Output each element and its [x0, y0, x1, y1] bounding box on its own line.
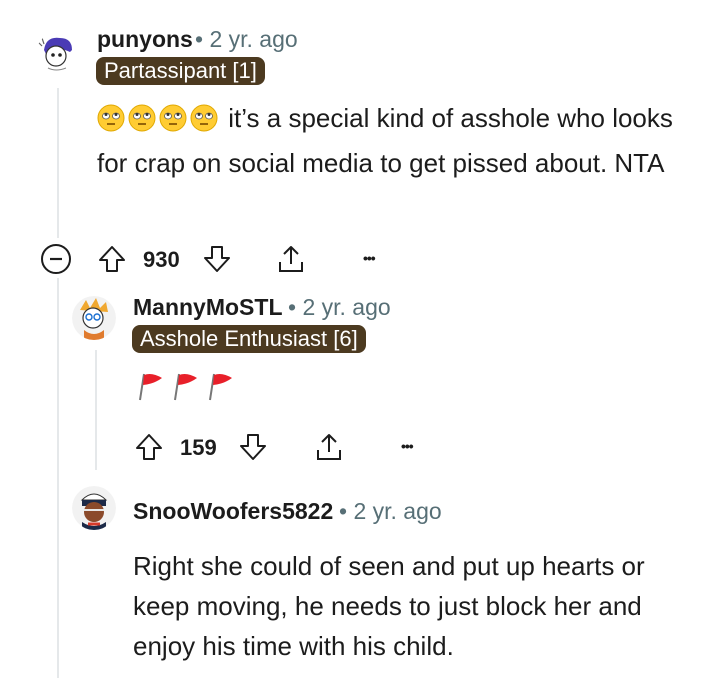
downvote-icon[interactable]: [202, 244, 232, 274]
user-flair: Partassipant [1]: [96, 57, 265, 85]
timestamp: 2 yr. ago: [209, 26, 298, 52]
vote-count: 159: [180, 435, 217, 460]
face-with-rolling-eyes-icon: [128, 103, 156, 143]
emoji-group: [97, 103, 221, 133]
separator-dot: •: [195, 26, 204, 52]
thread-line: [95, 350, 97, 470]
red-flag-icon: [169, 370, 201, 407]
face-with-rolling-eyes-icon: [159, 103, 187, 143]
red-flag-icon: [134, 370, 166, 407]
thread-line: [57, 278, 59, 678]
username[interactable]: MannyMoSTL: [133, 294, 283, 321]
timestamp: 2 yr. ago: [353, 498, 442, 524]
upvote-icon[interactable]: [97, 244, 127, 274]
collapse-thread-icon[interactable]: [40, 243, 72, 275]
post-time: • 2 yr. ago: [339, 498, 442, 525]
comment-body: it’s a special kind of asshole who looks…: [97, 98, 677, 183]
comment-body: Right she could of seen and put up heart…: [133, 546, 678, 666]
user-flair: Asshole Enthusiast [6]: [132, 325, 366, 353]
face-with-rolling-eyes-icon: [97, 103, 125, 143]
separator-dot: •: [339, 498, 348, 524]
avatar[interactable]: [36, 32, 80, 76]
share-icon[interactable]: [274, 242, 308, 276]
thread-line: [57, 88, 59, 238]
username[interactable]: SnooWoofers5822: [133, 498, 333, 525]
red-flag-icon: [204, 370, 236, 407]
face-with-rolling-eyes-icon: [190, 103, 218, 143]
post-time: • 2 yr. ago: [195, 26, 298, 53]
upvote-icon[interactable]: [134, 432, 164, 462]
avatar[interactable]: [72, 296, 116, 340]
username[interactable]: punyons: [97, 26, 193, 53]
more-options-button[interactable]: •••: [401, 438, 414, 454]
share-icon[interactable]: [312, 430, 346, 464]
separator-dot: •: [288, 294, 297, 320]
timestamp: 2 yr. ago: [302, 294, 391, 320]
comment-body: [134, 370, 239, 407]
more-options-button[interactable]: •••: [363, 250, 376, 266]
downvote-icon[interactable]: [238, 432, 268, 462]
comment-text: Right she could of seen and put up heart…: [133, 551, 645, 661]
vote-count: 930: [143, 247, 180, 272]
avatar[interactable]: [72, 486, 116, 530]
post-time: • 2 yr. ago: [288, 294, 391, 321]
